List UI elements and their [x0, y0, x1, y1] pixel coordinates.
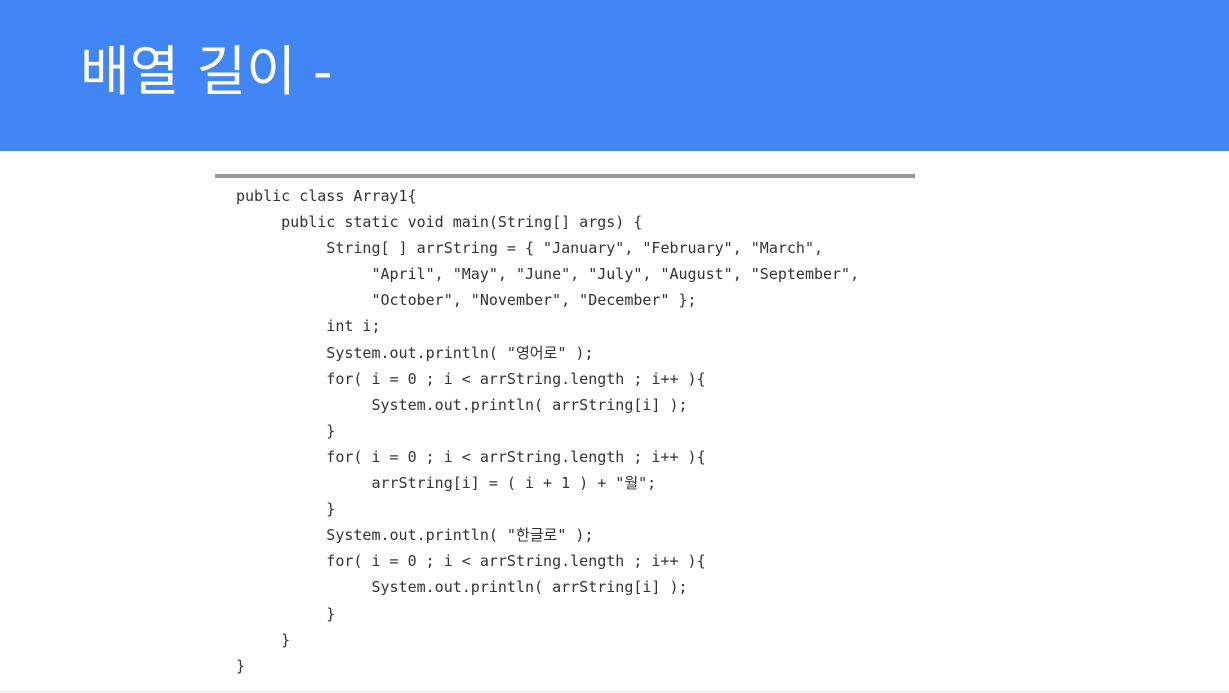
code-line: int i;: [236, 317, 381, 336]
bottom-divider: [0, 691, 1229, 692]
code-line: for( i = 0 ; i < arrString.length ; i++ …: [236, 369, 706, 388]
code-line: String[ ] arrString = { "January", "Febr…: [236, 239, 823, 258]
code-line: }: [236, 604, 336, 623]
code-line: }: [236, 500, 336, 519]
code-line: }: [236, 421, 336, 440]
code-line: System.out.println( "한글로" );: [236, 526, 594, 545]
code-line: public static void main(String[] args) {: [236, 213, 643, 232]
code-line: "October", "November", "December" };: [236, 291, 697, 310]
code-line: "April", "May", "June", "July", "August"…: [236, 265, 860, 284]
code-line: public class Array1{: [236, 187, 417, 205]
code-line: }: [236, 630, 291, 649]
code-line: System.out.println( arrString[i] );: [236, 578, 688, 597]
code-line: arrString[i] = ( i + 1 ) + "월";: [236, 474, 657, 493]
code-top-divider: [215, 174, 915, 178]
title-bar: 배열 길이 -: [0, 0, 1229, 151]
code-line: System.out.println( "영어로" );: [236, 343, 594, 362]
code-block: public class Array1{ public static void …: [236, 183, 859, 679]
code-line: for( i = 0 ; i < arrString.length ; i++ …: [236, 552, 706, 571]
slide: 배열 길이 - public class Array1{ public stat…: [0, 0, 1229, 693]
code-line: }: [236, 656, 246, 675]
code-line: System.out.println( arrString[i] );: [236, 395, 688, 414]
slide-title: 배열 길이 -: [80, 40, 333, 103]
code-line: for( i = 0 ; i < arrString.length ; i++ …: [236, 447, 706, 466]
